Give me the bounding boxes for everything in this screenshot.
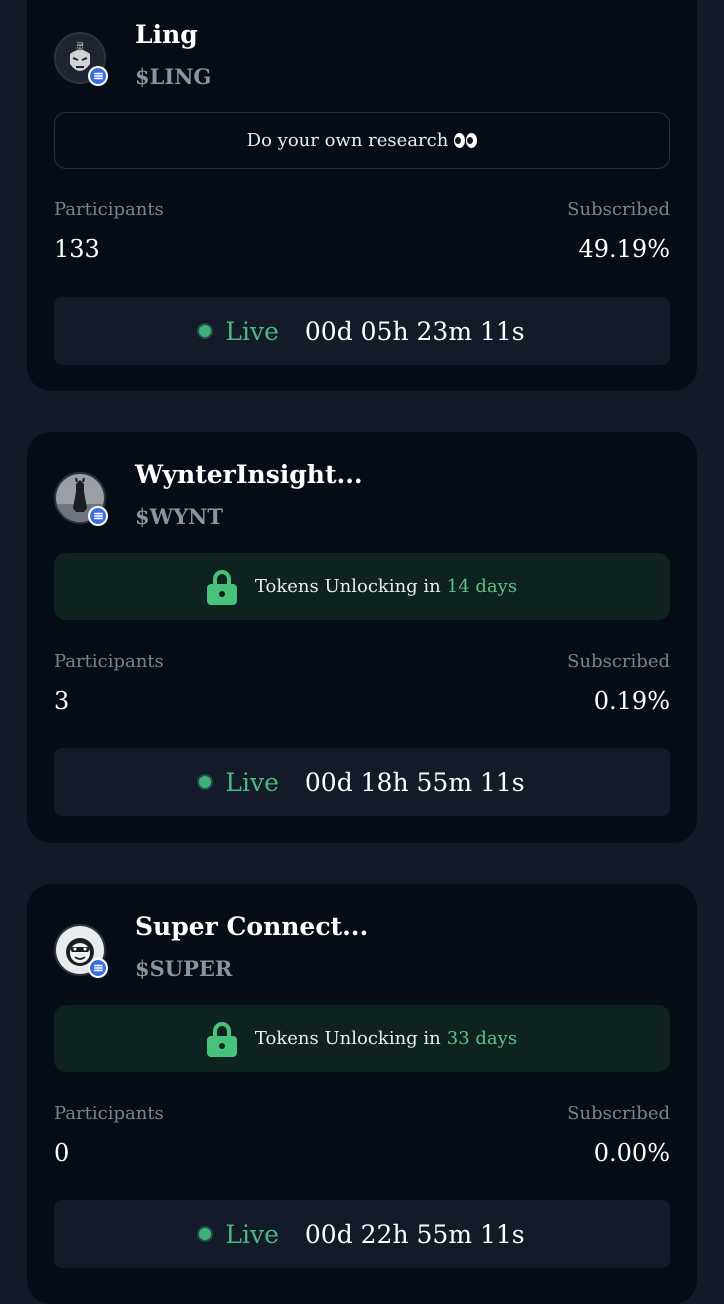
live-dot-icon (199, 325, 212, 337)
live-status: Live (225, 1219, 279, 1249)
unlock-text: Tokens Unlocking in (254, 1028, 441, 1049)
unlock-notice: Tokens Unlocking in 14 days (54, 553, 670, 620)
status-bar: Live 00d 05h 23m 11s (54, 297, 670, 365)
participants-label: Participants (54, 651, 164, 672)
participants-label: Participants (54, 1103, 164, 1124)
subscribed-value: 0.19% (593, 687, 670, 715)
project-card-wynt[interactable]: WynterInsight... $WYNT Tokens Unlocking … (27, 432, 697, 843)
subscribed-value: 49.19% (578, 235, 670, 263)
avatar (54, 472, 108, 526)
status-bar: Live 00d 18h 55m 11s (54, 748, 670, 816)
project-name: Ling (135, 20, 198, 49)
status-bar: Live 00d 22h 55m 11s (54, 1200, 670, 1268)
unlock-days: 33 days (446, 1028, 518, 1049)
live-dot-icon (199, 1228, 212, 1240)
unlock-notice: Tokens Unlocking in 33 days (54, 1005, 670, 1072)
subscribed-value: 0.00% (593, 1139, 670, 1167)
chain-badge-icon (88, 506, 108, 526)
chain-badge-icon (88, 66, 108, 86)
project-header: WynterInsight... $WYNT (54, 460, 674, 530)
subscribed-label: Subscribed (567, 1103, 670, 1124)
live-status: Live (225, 767, 279, 797)
participants-label: Participants (54, 199, 164, 220)
participants-value: 3 (54, 687, 70, 715)
countdown-timer: 00d 22h 55m 11s (304, 1219, 525, 1249)
countdown-timer: 00d 18h 55m 11s (304, 767, 525, 797)
unlock-days: 14 days (446, 576, 518, 597)
dyor-notice: Do your own research (54, 112, 670, 169)
project-ticker: $SUPER (135, 956, 233, 981)
participants-value: 133 (54, 235, 100, 263)
countdown-timer: 00d 05h 23m 11s (304, 316, 525, 346)
chain-badge-icon (88, 958, 108, 978)
project-header: 灵 Ling $LING (54, 20, 674, 90)
notice-text: Do your own research (246, 130, 449, 151)
project-ticker: $LING (135, 64, 212, 89)
lock-icon (206, 1021, 237, 1057)
project-card-ling[interactable]: 灵 Ling $LING Do your own research Partic… (27, 0, 697, 391)
subscribed-label: Subscribed (567, 199, 670, 220)
project-header: Super Connect... $SUPER (54, 912, 674, 982)
avatar (54, 924, 108, 978)
eyes-emoji-icon (454, 133, 478, 148)
svg-text:灵: 灵 (75, 42, 84, 53)
lock-icon (206, 569, 237, 605)
participants-value: 0 (54, 1139, 70, 1167)
project-card-super[interactable]: Super Connect... $SUPER Tokens Unlocking… (27, 884, 697, 1304)
project-name: Super Connect... (135, 912, 369, 941)
live-status: Live (225, 316, 279, 346)
project-name: WynterInsight... (135, 460, 363, 489)
subscribed-label: Subscribed (567, 651, 670, 672)
avatar: 灵 (54, 32, 108, 86)
unlock-text: Tokens Unlocking in (254, 576, 441, 597)
live-dot-icon (199, 776, 212, 788)
project-ticker: $WYNT (135, 504, 224, 529)
